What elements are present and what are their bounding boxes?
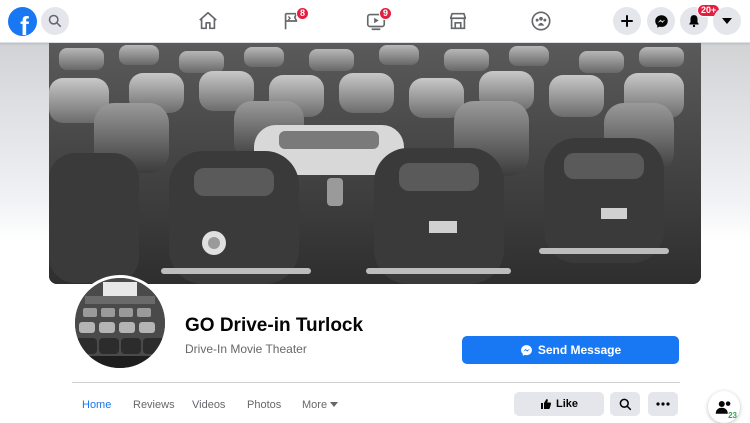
send-message-button[interactable]: Send Message <box>462 336 679 364</box>
theater-seats-photo <box>75 278 165 368</box>
messenger-icon <box>654 14 668 28</box>
page-profile-picture[interactable] <box>72 275 168 371</box>
top-navigation-bar: f 8 9 20+ <box>0 0 750 43</box>
account-menu-button[interactable] <box>713 7 741 35</box>
nav-groups[interactable] <box>530 10 554 34</box>
section-divider <box>72 382 680 383</box>
search-icon <box>48 14 62 28</box>
facebook-logo[interactable]: f <box>8 7 37 36</box>
messenger-button[interactable] <box>647 7 675 35</box>
bell-icon <box>689 15 699 28</box>
search-icon <box>619 398 631 410</box>
create-button[interactable] <box>613 7 641 35</box>
page-category[interactable]: Drive-In Movie Theater <box>185 342 307 356</box>
contacts-button[interactable]: 23 <box>708 391 740 423</box>
tab-home[interactable]: Home <box>82 390 111 420</box>
caret-down-icon <box>330 402 339 407</box>
page-search-button[interactable] <box>610 392 640 416</box>
tab-videos[interactable]: Videos <box>192 390 225 420</box>
pages-badge: 8 <box>296 7 310 20</box>
thumbs-up-icon <box>540 399 552 409</box>
like-button[interactable]: Like <box>514 392 604 416</box>
tab-photos[interactable]: Photos <box>247 390 281 420</box>
nav-home[interactable] <box>197 10 221 34</box>
caret-down-icon <box>722 18 732 24</box>
watch-badge: 9 <box>379 7 393 20</box>
plus-icon <box>621 15 633 27</box>
page-title: GO Drive-in Turlock <box>185 315 364 336</box>
send-message-label: Send Message <box>537 343 622 357</box>
ellipsis-icon <box>656 402 670 406</box>
search-button[interactable] <box>41 7 69 35</box>
home-icon <box>199 11 217 30</box>
like-label: Like <box>555 398 578 410</box>
messenger-icon <box>520 344 532 356</box>
online-contacts-count: 23 <box>728 411 737 420</box>
cover-photo[interactable] <box>49 43 701 284</box>
tab-more[interactable]: More <box>302 390 339 420</box>
groups-icon <box>531 11 551 31</box>
drive-in-cars-photo <box>49 43 701 284</box>
more-options-button[interactable] <box>648 392 678 416</box>
tab-reviews[interactable]: Reviews <box>133 390 175 420</box>
nav-marketplace[interactable] <box>447 10 471 34</box>
store-icon <box>449 12 467 30</box>
